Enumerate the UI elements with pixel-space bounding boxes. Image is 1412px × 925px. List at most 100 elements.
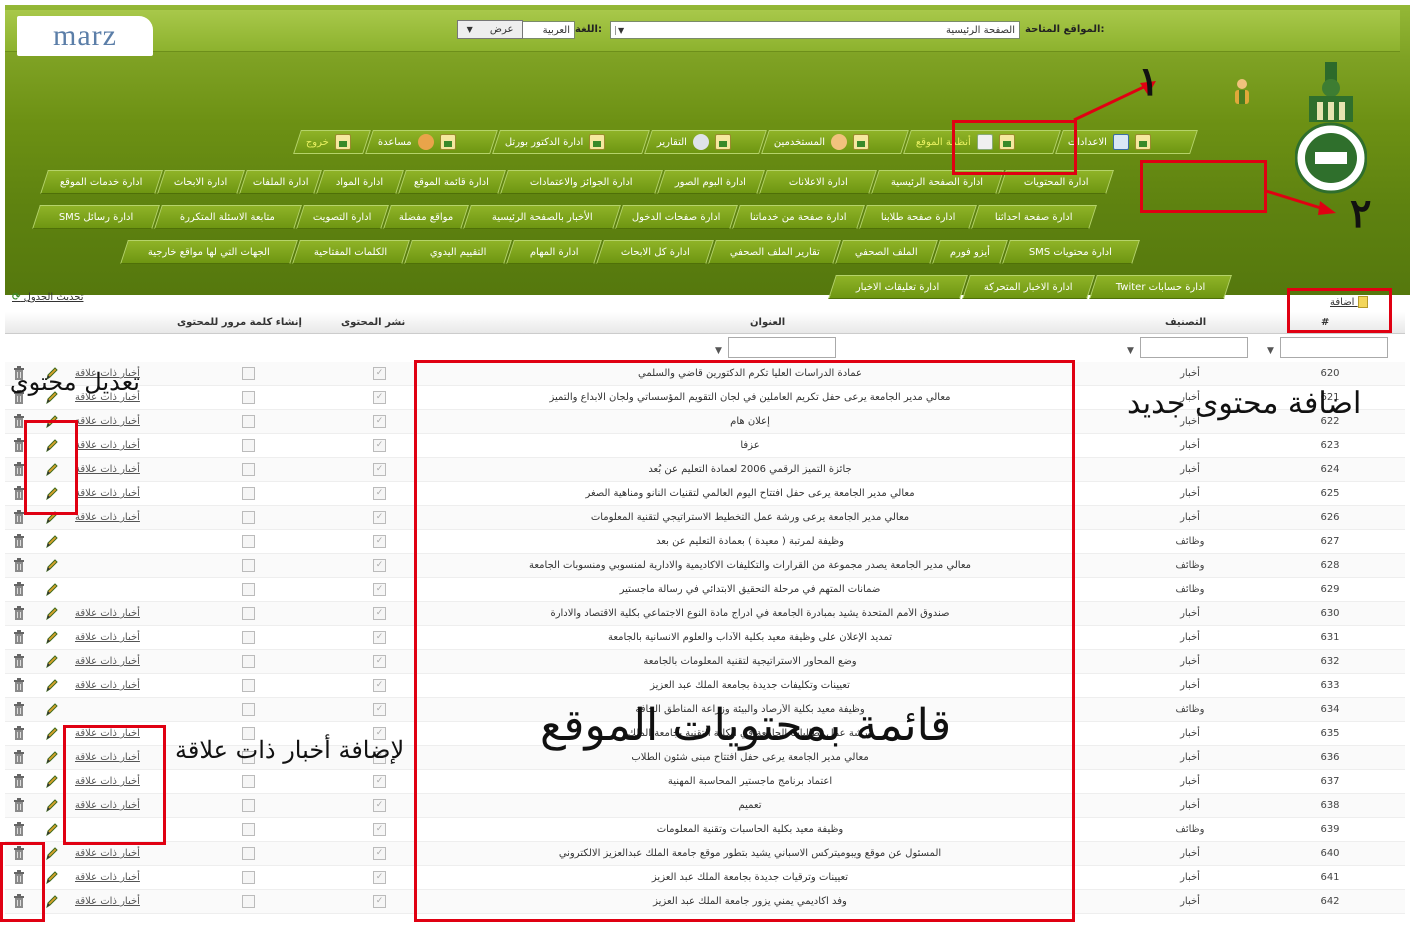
pencil-icon[interactable] xyxy=(45,606,59,621)
related-news-link[interactable]: أخبار ذات علاقة xyxy=(75,416,140,427)
related-news-link[interactable]: أخبار ذات علاقة xyxy=(75,848,140,859)
trash-icon[interactable] xyxy=(13,630,25,645)
related-news-link[interactable]: أخبار ذات علاقة xyxy=(75,632,140,643)
submenu-item[interactable]: ادارة خدمات الموقع xyxy=(40,170,163,194)
menu-reports[interactable]: التقارير xyxy=(644,130,767,154)
pencil-icon[interactable] xyxy=(45,750,59,765)
menu-users[interactable]: المستخدمين xyxy=(761,130,909,154)
publish-checkbox[interactable]: ✓ xyxy=(373,895,386,908)
related-news-link[interactable]: أخبار ذات علاقة xyxy=(75,440,140,451)
publish-checkbox[interactable]: ✓ xyxy=(373,391,386,404)
pencil-icon[interactable] xyxy=(45,678,59,693)
filter-category-input[interactable] xyxy=(1140,337,1248,358)
password-checkbox[interactable] xyxy=(242,655,255,668)
submenu-item[interactable]: ادارة المواد xyxy=(316,170,404,194)
pencil-icon[interactable] xyxy=(45,798,59,813)
related-news-link[interactable]: أخبار ذات علاقة xyxy=(75,896,140,907)
submenu-item[interactable]: ادارة صفحة طلابنا xyxy=(859,205,977,229)
pencil-icon[interactable] xyxy=(45,630,59,645)
trash-icon[interactable] xyxy=(13,702,25,717)
trash-icon[interactable] xyxy=(13,654,25,669)
pencil-icon[interactable] xyxy=(45,846,59,861)
password-checkbox[interactable] xyxy=(242,487,255,500)
trash-icon[interactable] xyxy=(13,678,25,693)
publish-checkbox[interactable]: ✓ xyxy=(373,775,386,788)
publish-checkbox[interactable]: ✓ xyxy=(373,703,386,716)
submenu-item[interactable]: التقييم اليدوي xyxy=(404,240,512,264)
publish-checkbox[interactable]: ✓ xyxy=(373,559,386,572)
password-checkbox[interactable] xyxy=(242,847,255,860)
password-checkbox[interactable] xyxy=(242,631,255,644)
password-checkbox[interactable] xyxy=(242,511,255,524)
password-checkbox[interactable] xyxy=(242,823,255,836)
trash-icon[interactable] xyxy=(13,822,25,837)
pencil-icon[interactable] xyxy=(45,726,59,741)
password-checkbox[interactable] xyxy=(242,439,255,452)
submenu-item[interactable]: ادارة كل الابحاث xyxy=(596,240,714,264)
submenu-item[interactable]: ادارة الاعلانات xyxy=(759,170,877,194)
submenu-item[interactable]: SMS ادارة رسائل xyxy=(32,205,160,229)
password-checkbox[interactable] xyxy=(242,559,255,572)
filter-icon[interactable]: ▼ xyxy=(715,346,722,356)
password-checkbox[interactable] xyxy=(242,367,255,380)
publish-checkbox[interactable]: ✓ xyxy=(373,487,386,500)
publish-checkbox[interactable]: ✓ xyxy=(373,463,386,476)
password-checkbox[interactable] xyxy=(242,415,255,428)
password-checkbox[interactable] xyxy=(242,583,255,596)
submenu-item[interactable]: ادارة المهام xyxy=(506,240,602,264)
password-checkbox[interactable] xyxy=(242,463,255,476)
password-checkbox[interactable] xyxy=(242,775,255,788)
submenu-item[interactable]: ادارة الجوائز والاعتمادات xyxy=(500,170,663,194)
password-checkbox[interactable] xyxy=(242,895,255,908)
submenu-item[interactable]: Twiter ادارة حسابات xyxy=(1089,275,1232,299)
submenu-item[interactable]: أيزو فورم xyxy=(932,240,1008,264)
submenu-item[interactable]: ادارة صفحة من خدماتنا xyxy=(732,205,865,229)
related-news-link[interactable]: أخبار ذات علاقة xyxy=(75,656,140,667)
submenu-item[interactable]: ادارة الاخبار المتحركة xyxy=(962,275,1095,299)
pencil-icon[interactable] xyxy=(45,822,59,837)
trash-icon[interactable] xyxy=(13,726,25,741)
submenu-item[interactable]: ادارة صفحة احداثنا xyxy=(971,205,1097,229)
publish-checkbox[interactable]: ✓ xyxy=(373,631,386,644)
publish-checkbox[interactable]: ✓ xyxy=(373,655,386,668)
submenu-item[interactable]: الكلمات المفتاحية xyxy=(292,240,410,264)
pencil-icon[interactable] xyxy=(45,582,59,597)
view-button[interactable]: عرض ▼ xyxy=(457,20,523,39)
pencil-icon[interactable] xyxy=(45,534,59,549)
submenu-item[interactable]: ادارة تعليقات الاخبار xyxy=(828,275,968,299)
submenu-item[interactable]: ادارة الملفات xyxy=(239,170,322,194)
site-select[interactable]: الصفحة الرئيسية ▼ xyxy=(610,21,1020,39)
submenu-item[interactable]: متابعة الاسئلة المتكررة xyxy=(154,205,302,229)
trash-icon[interactable] xyxy=(13,606,25,621)
submenu-item[interactable]: الملف الصحفي xyxy=(835,240,938,264)
password-checkbox[interactable] xyxy=(242,703,255,716)
related-news-link[interactable]: أخبار ذات علاقة xyxy=(75,464,140,475)
trash-icon[interactable] xyxy=(13,798,25,813)
filter-icon[interactable]: ▼ xyxy=(1127,346,1134,356)
menu-doctor-portal[interactable]: ادارة الدكتور بورتل xyxy=(492,130,650,154)
password-checkbox[interactable] xyxy=(242,535,255,548)
publish-checkbox[interactable]: ✓ xyxy=(373,583,386,596)
publish-checkbox[interactable]: ✓ xyxy=(373,607,386,620)
submenu-item[interactable]: SMS ادارة محتويات xyxy=(1002,240,1140,264)
publish-checkbox[interactable]: ✓ xyxy=(373,679,386,692)
trash-icon[interactable] xyxy=(13,534,25,549)
password-checkbox[interactable] xyxy=(242,871,255,884)
trash-icon[interactable] xyxy=(13,582,25,597)
trash-icon[interactable] xyxy=(13,774,25,789)
pencil-icon[interactable] xyxy=(45,774,59,789)
submenu-item[interactable]: مواقع مفضلة xyxy=(383,205,469,229)
refresh-table-link[interactable]: ⟳ تحديث الجدول xyxy=(12,292,83,303)
related-news-link[interactable]: أخبار ذات علاقة xyxy=(75,488,140,499)
publish-checkbox[interactable]: ✓ xyxy=(373,535,386,548)
trash-icon[interactable] xyxy=(13,558,25,573)
submenu-item[interactable]: ادارة البوم الصور xyxy=(657,170,765,194)
pencil-icon[interactable] xyxy=(45,894,59,909)
publish-checkbox[interactable]: ✓ xyxy=(373,799,386,812)
related-news-link[interactable]: أخبار ذات علاقة xyxy=(75,512,140,523)
password-checkbox[interactable] xyxy=(242,391,255,404)
password-checkbox[interactable] xyxy=(242,679,255,692)
filter-title-input[interactable] xyxy=(728,337,836,358)
submenu-item[interactable]: ادارة قائمة الموقع xyxy=(398,170,506,194)
submenu-item[interactable]: ادارة التصويت xyxy=(296,205,389,229)
